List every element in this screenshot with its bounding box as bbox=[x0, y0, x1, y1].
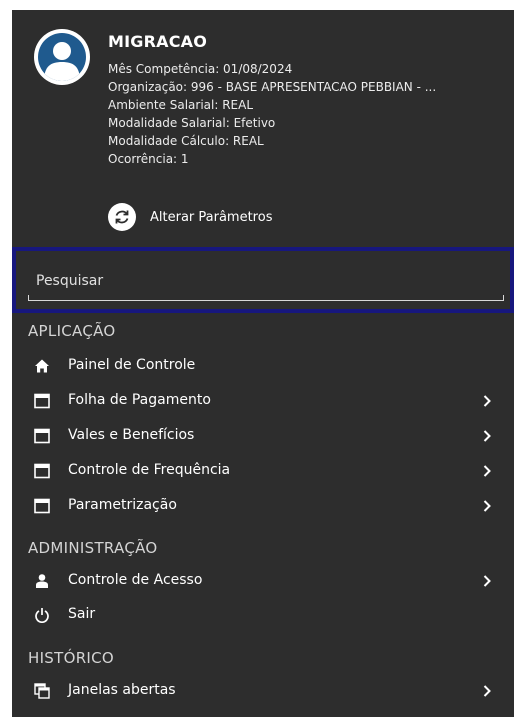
menu-item-label: Painel de Controle bbox=[68, 357, 196, 373]
section-title-aplicacao: APLICAÇÃO bbox=[28, 322, 116, 340]
user-avatar-icon bbox=[34, 29, 90, 85]
menu-item-parametrizacao[interactable]: Parametrização bbox=[12, 491, 514, 521]
menu-item-label: Controle de Frequência bbox=[68, 462, 231, 478]
menu-item-janelas-abertas[interactable]: Janelas abertas bbox=[12, 676, 514, 706]
calculation-modality: Modalidade Cálculo: REAL bbox=[108, 134, 264, 148]
chevron-right-icon bbox=[483, 395, 491, 407]
search-underline bbox=[28, 295, 504, 301]
chevron-right-icon bbox=[483, 685, 491, 697]
search-input[interactable] bbox=[28, 269, 504, 293]
menu-item-controle-de-frequencia[interactable]: Controle de Frequência bbox=[12, 456, 514, 486]
chevron-right-icon bbox=[483, 465, 491, 477]
menu-item-label: Folha de Pagamento bbox=[68, 392, 211, 408]
section-title-administracao: ADMINISTRAÇÃO bbox=[28, 539, 158, 557]
organization: Organização: 996 - BASE APRESENTACAO PEB… bbox=[108, 80, 437, 94]
section-title-historico: HISTÓRICO bbox=[28, 649, 115, 667]
side-navigation-panel: MIGRACAO Mês Competência: 01/08/2024 Org… bbox=[12, 10, 514, 717]
change-parameters-button[interactable]: Alterar Parâmetros bbox=[108, 203, 272, 231]
menu-item-folha-de-pagamento[interactable]: Folha de Pagamento bbox=[12, 386, 514, 416]
menu-item-label: Vales e Benefícios bbox=[68, 427, 195, 443]
power-icon bbox=[34, 607, 50, 623]
user-icon bbox=[34, 573, 50, 589]
chevron-right-icon bbox=[483, 575, 491, 587]
menu-item-label: Parametrização bbox=[68, 497, 177, 513]
window-icon bbox=[34, 498, 50, 514]
salary-modality: Modalidade Salarial: Efetivo bbox=[108, 116, 276, 130]
refresh-icon bbox=[108, 203, 136, 231]
menu-item-label: Controle de Acesso bbox=[68, 572, 203, 588]
change-parameters-label: Alterar Parâmetros bbox=[150, 209, 273, 225]
salary-environment: Ambiente Salarial: REAL bbox=[108, 98, 254, 112]
window-icon bbox=[34, 428, 50, 444]
menu-item-controle-de-acesso[interactable]: Controle de Acesso bbox=[12, 566, 514, 596]
menu-item-vales-e-beneficios[interactable]: Vales e Benefícios bbox=[12, 421, 514, 451]
menu-item-label: Janelas abertas bbox=[68, 682, 176, 698]
menu-item-painel-de-controle[interactable]: Painel de Controle bbox=[12, 351, 514, 381]
chevron-right-icon bbox=[483, 500, 491, 512]
search-container bbox=[12, 247, 514, 313]
window-icon bbox=[34, 393, 50, 409]
occurrence: Ocorrência: 1 bbox=[108, 152, 189, 166]
menu-item-sair[interactable]: Sair bbox=[12, 600, 514, 630]
windows-stack-icon bbox=[34, 683, 50, 699]
chevron-right-icon bbox=[483, 430, 491, 442]
profile-info: Mês Competência: 01/08/2024 Organização:… bbox=[108, 60, 504, 168]
home-icon bbox=[34, 358, 50, 374]
user-name: MIGRACAO bbox=[108, 32, 208, 51]
window-icon bbox=[34, 463, 50, 479]
menu-item-label: Sair bbox=[68, 606, 96, 622]
competence-month: Mês Competência: 01/08/2024 bbox=[108, 62, 293, 76]
